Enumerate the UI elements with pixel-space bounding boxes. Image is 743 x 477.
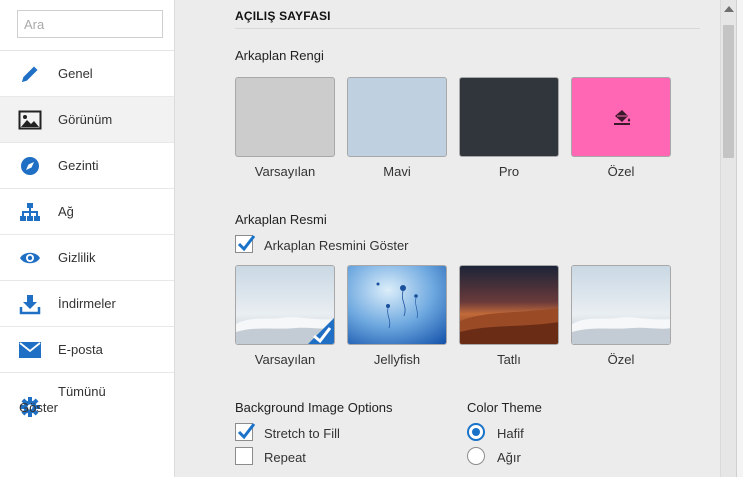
color-theme-heading: Color Theme [467,400,542,415]
compass-icon [18,154,42,178]
show-bg-image-checkbox[interactable] [235,235,256,253]
theme-light-label: Hafif [497,426,524,441]
bg-color-label: Pro [498,164,520,179]
bg-color-swatch-pro[interactable] [459,77,559,157]
bg-color-label: Varsayılan [254,164,316,179]
sidebar-item-eposta[interactable]: E-posta [0,327,174,373]
bg-image-label: Varsayılan [254,352,316,367]
sidebar-item-gizlilik[interactable]: Gizlilik [0,235,174,281]
bg-color-label: Mavi [383,164,411,179]
scroll-thumb[interactable] [723,25,734,158]
network-icon [18,200,42,224]
theme-dark-radio[interactable] [467,447,485,465]
vertical-scrollbar[interactable] [720,0,736,477]
sidebar-item-label: Genel [58,66,93,81]
sidebar-item-gorunum[interactable]: Görünüm [0,97,174,143]
search-input[interactable] [17,10,163,38]
bg-image-thumb-jellyfish[interactable] [347,265,447,345]
pencil-icon [18,62,42,86]
sidebar-item-label-line2: Göster [19,400,59,415]
sidebar-item-label: Gezinti [58,158,99,173]
window-edge [736,0,743,477]
sidebar: Genel Görünüm Gezinti Ağ Gizlilik İndirm… [0,0,175,477]
bg-color-heading: Arkaplan Rengi [235,48,324,63]
repeat-checkbox[interactable] [235,447,253,465]
bg-image-thumb-ozel[interactable] [571,265,671,345]
eye-icon [18,246,42,270]
show-bg-image-label: Arkaplan Resmini Göster [264,238,409,253]
search-area [0,0,174,51]
sidebar-item-ag[interactable]: Ağ [0,189,174,235]
sidebar-item-genel[interactable]: Genel [0,51,174,97]
paint-bucket-icon [612,108,632,129]
stretch-to-fill-label: Stretch to Fill [264,426,340,441]
mail-icon [18,338,42,362]
bg-color-label: Özel [607,164,635,179]
sidebar-item-label-line1: Tümünü [58,384,106,399]
bg-color-swatch-mavi[interactable] [347,77,447,157]
main-panel: AÇILIŞ SAYFASI Arkaplan Rengi Varsayılan… [175,0,720,477]
bg-image-label: Özel [607,352,635,367]
bg-options-heading: Background Image Options [235,400,393,415]
theme-dark-label: Ağır [497,450,521,465]
sidebar-item-label: E-posta [58,342,103,357]
sidebar-item-label: Gizlilik [58,250,96,265]
download-icon [18,292,42,316]
stretch-to-fill-checkbox[interactable] [235,423,256,441]
page-title: AÇILIŞ SAYFASI [235,9,331,23]
scroll-up-arrow-icon[interactable] [724,6,734,12]
bg-image-heading: Arkaplan Resmi [235,212,327,227]
sidebar-item-gezinti[interactable]: Gezinti [0,143,174,189]
sidebar-item-label: İndirmeler [58,296,116,311]
bg-image-thumb-tatli[interactable] [459,265,559,345]
image-icon [18,108,42,132]
bg-image-thumb-varsayilan[interactable] [235,265,335,345]
bg-image-label: Jellyfish [373,352,421,367]
bg-color-swatch-ozel[interactable] [571,77,671,157]
theme-light-radio[interactable] [467,423,485,441]
sidebar-item-tumunu-goster[interactable]: Tümünü Göster [0,373,174,433]
bg-image-label: Tatlı [497,352,521,367]
sidebar-item-label: Ağ [58,204,74,219]
bg-color-swatch-varsayilan[interactable] [235,77,335,157]
sidebar-item-indirmeler[interactable]: İndirmeler [0,281,174,327]
repeat-label: Repeat [264,450,306,465]
title-divider [235,28,700,29]
sidebar-item-label: Görünüm [58,112,113,127]
